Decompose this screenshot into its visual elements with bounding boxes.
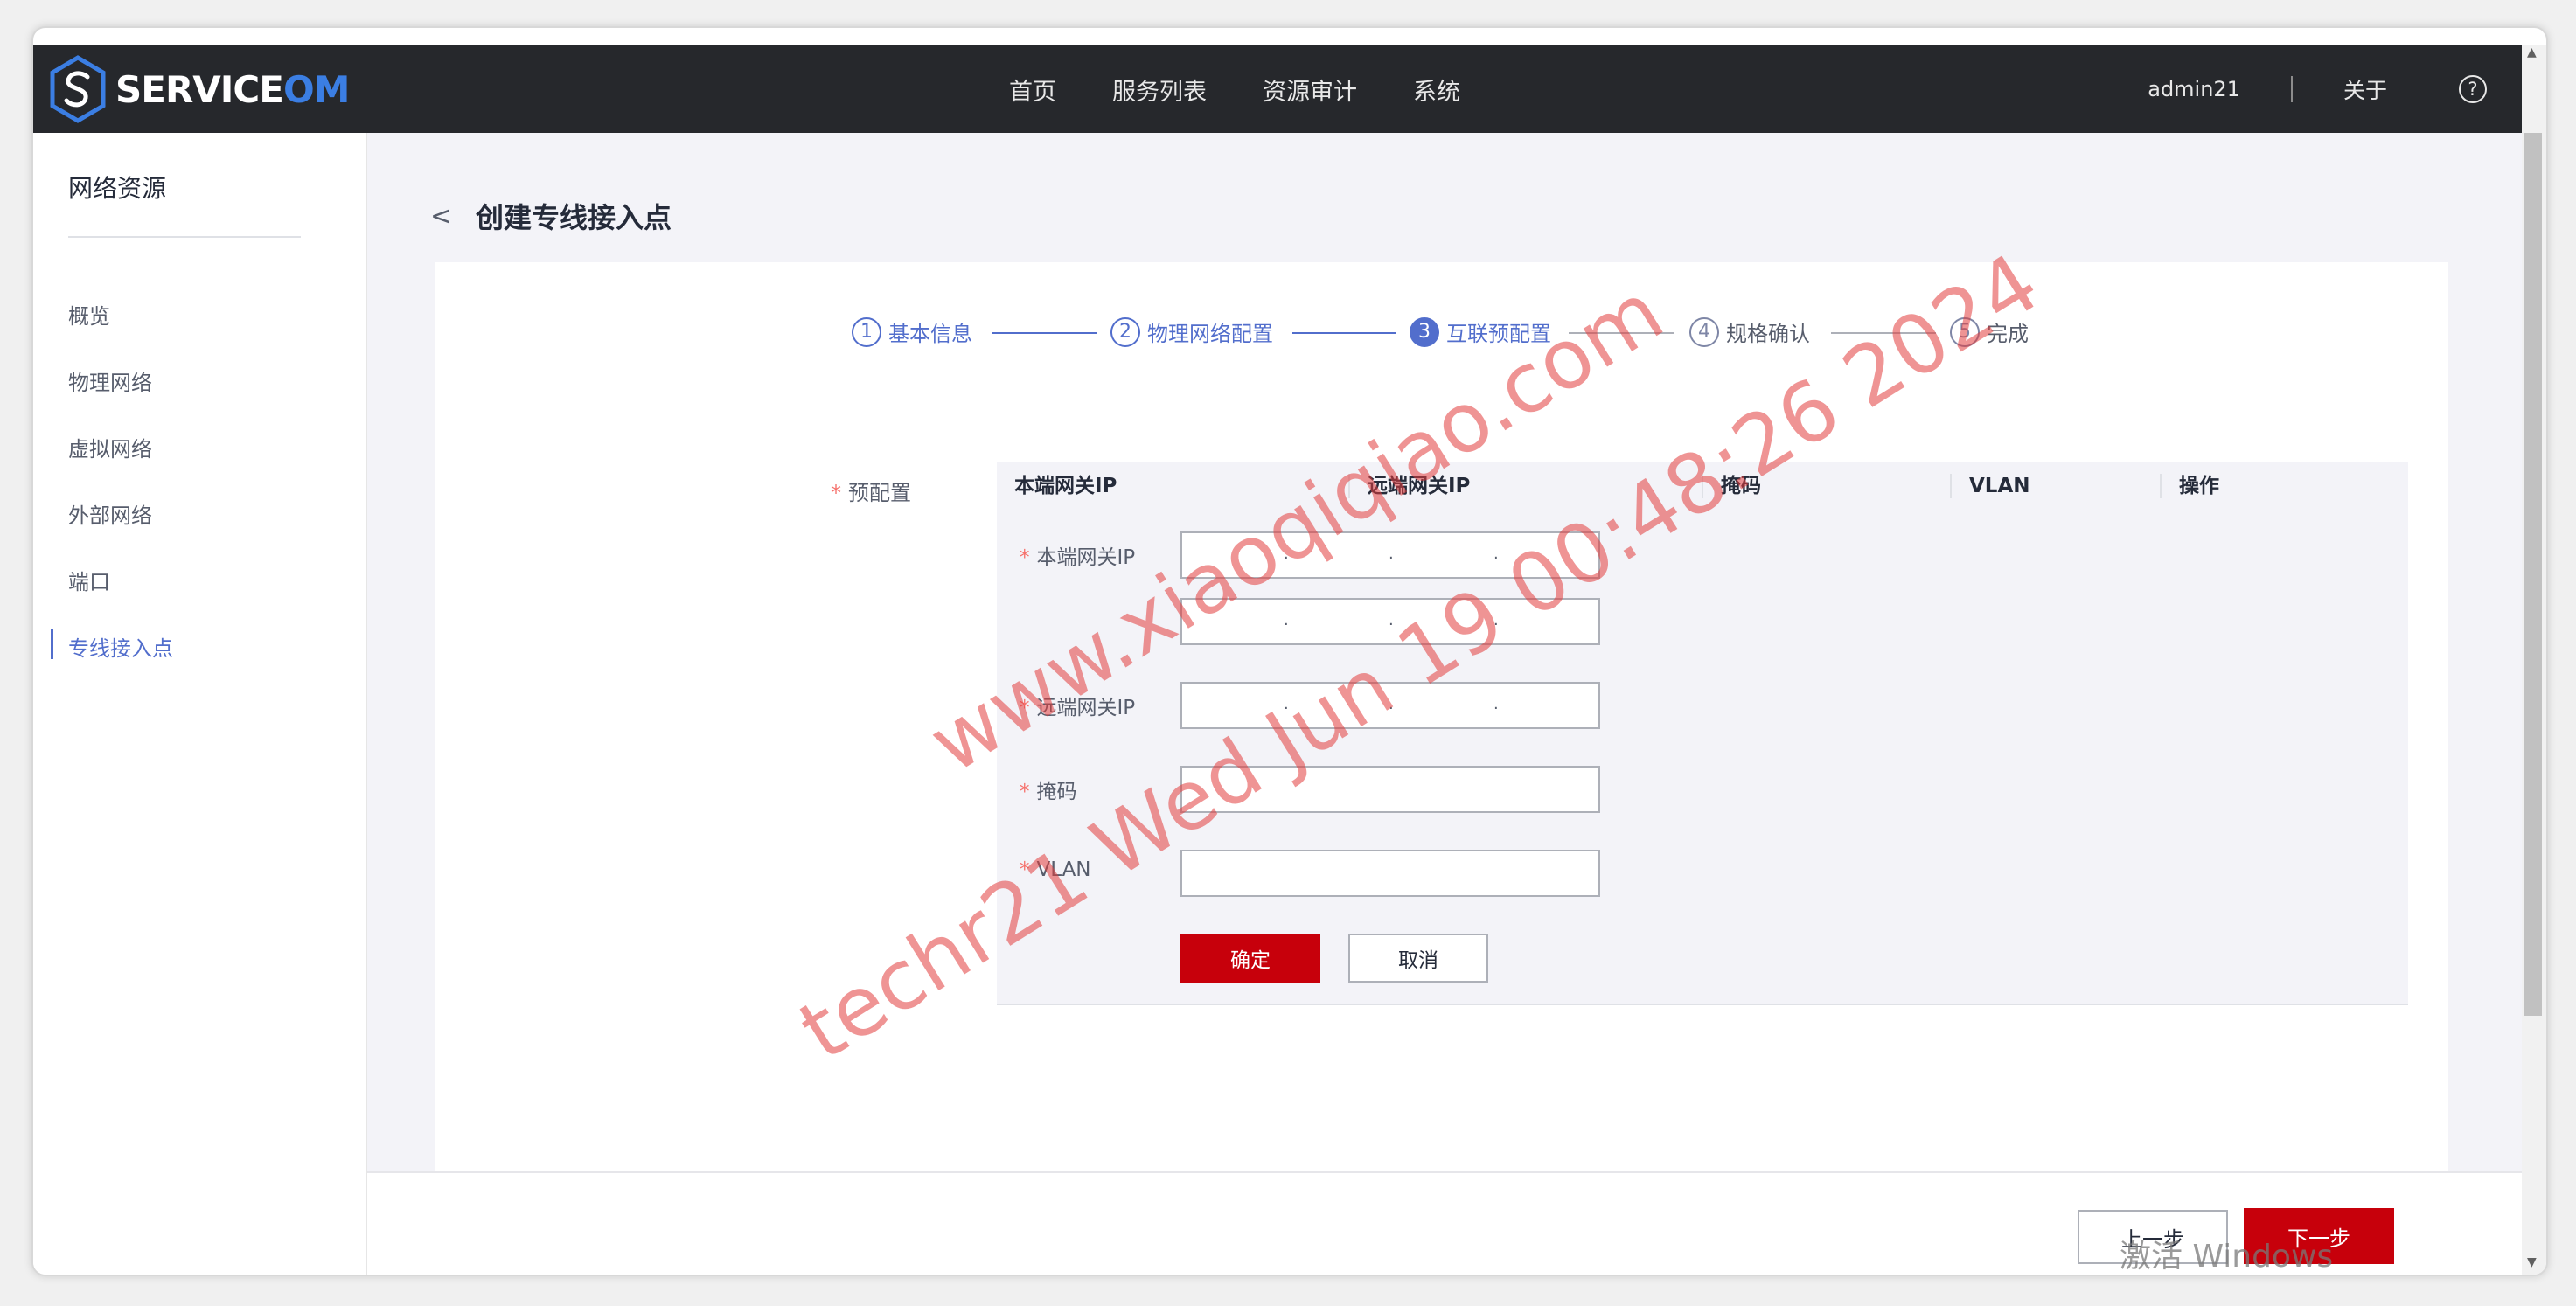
step-connector [992,332,1097,334]
step-connector [1831,332,1936,334]
step-complete: 5 完成 [1950,316,2029,347]
vlan-input[interactable] [1180,850,1600,897]
main-content: < 创建专线接入点 1 基本信息 2 物理网络配置 3 互联预配置 4 规格确认 [367,133,2522,1275]
mask-input[interactable] [1180,766,1600,813]
column-vlan: VLAN [1969,475,2030,497]
preconfig-table-header: 本端网关IP 远端网关IP 掩码 VLAN 操作 [997,462,2408,512]
step-connector [1569,332,1674,334]
step-basic-info: 1 基本信息 [852,316,972,347]
column-divider [2160,474,2162,498]
sidebar-item-port[interactable]: 端口 [68,565,110,595]
scroll-down-icon[interactable]: ▼ [2527,1255,2537,1269]
mask-label: * 掩码 [1020,781,1077,803]
step-number: 3 [1410,316,1439,347]
column-mask: 掩码 [1721,475,1761,497]
column-divider [1950,474,1952,498]
step-physical-network-config: 2 物理网络配置 [1110,316,1273,347]
remote-ip-input[interactable]: · · · [1180,682,1600,729]
step-spec-confirm: 4 规格确认 [1689,316,1810,347]
confirm-button[interactable]: 确定 [1180,934,1320,983]
sidebar-title: 网络资源 [68,174,167,203]
nav-system[interactable]: 系统 [1413,73,1460,107]
top-navigation-bar: SERVICEOM 首页 服务列表 资源审计 系统 admin21 关于 ? [33,45,2522,133]
page-title: 创建专线接入点 [476,201,672,234]
remote-ip-label: * 远端网关IP [1020,697,1136,719]
step-connector [1292,332,1396,334]
logo-text: SERVICEOM [115,67,350,111]
column-local-gateway-ip: 本端网关IP [1014,475,1117,497]
step-label: 完成 [1987,322,2029,346]
back-arrow-icon[interactable]: < [430,201,452,232]
step-interconnect-preconfig: 3 互联预配置 [1410,316,1551,347]
main-nav: 首页 服务列表 资源审计 系统 [1009,45,1516,133]
local-ip-input-2[interactable]: · · · [1180,598,1600,645]
sidebar: 网络资源 概览 物理网络 虚拟网络 外部网络 端口 专线接入点 [33,133,367,1275]
local-ip-input-1[interactable]: · · · [1180,531,1600,579]
vlan-label: * VLAN [1020,858,1091,881]
column-remote-gateway-ip: 远端网关IP [1368,475,1471,497]
local-ip-label: * 本端网关IP [1020,546,1136,569]
column-divider [1348,474,1350,498]
serviceom-logo-icon [50,55,106,123]
sidebar-item-physical-network[interactable]: 物理网络 [68,365,152,396]
cancel-button[interactable]: 取消 [1348,934,1488,983]
top-right-area: admin21 关于 ? [2148,45,2522,133]
user-menu[interactable]: admin21 [2148,77,2240,101]
step-label: 基本信息 [888,322,972,346]
nav-resource-audit[interactable]: 资源审计 [1263,73,1357,107]
nav-service-list[interactable]: 服务列表 [1112,73,1207,107]
step-number: 2 [1110,316,1140,347]
preconfig-label: * 预配置 [831,481,911,505]
step-label: 物理网络配置 [1147,322,1273,346]
wizard-card: 1 基本信息 2 物理网络配置 3 互联预配置 4 规格确认 5 完成 * 预配… [435,262,2448,1273]
column-actions: 操作 [2179,475,2219,497]
step-label: 规格确认 [1726,322,1810,346]
sidebar-item-direct-connect[interactable]: 专线接入点 [68,631,173,662]
browser-window: SERVICEOM 首页 服务列表 资源审计 系统 admin21 关于 ? 网… [31,26,2548,1276]
step-number: 5 [1950,316,1980,347]
sidebar-divider [68,236,301,238]
nav-home[interactable]: 首页 [1009,73,1056,107]
step-number: 4 [1689,316,1719,347]
step-label: 互联预配置 [1446,322,1551,346]
serviceom-logo[interactable]: SERVICEOM [47,52,350,126]
column-divider [1702,474,1703,498]
scrollbar-thumb[interactable] [2524,133,2542,1016]
windows-activation-hint: 转到"设置"以激活 Windows。 [2125,1269,2412,1275]
sidebar-item-virtual-network[interactable]: 虚拟网络 [68,432,152,462]
sidebar-active-indicator [51,629,53,659]
sidebar-item-overview[interactable]: 概览 [68,299,110,330]
sidebar-item-external-network[interactable]: 外部网络 [68,498,152,529]
preconfig-edit-panel: *本端网关IP · · · · · · *远端网关IP · · · *掩码 [997,511,2408,1005]
step-number: 1 [852,316,881,347]
scroll-up-icon[interactable]: ▲ [2527,45,2537,59]
nav-separator [2290,76,2293,102]
about-link[interactable]: 关于 [2343,73,2387,105]
help-icon[interactable]: ? [2459,75,2487,103]
wizard-footer: 上一步 下一步 激活 Windows 转到"设置"以激活 Windows。 [367,1171,2522,1275]
